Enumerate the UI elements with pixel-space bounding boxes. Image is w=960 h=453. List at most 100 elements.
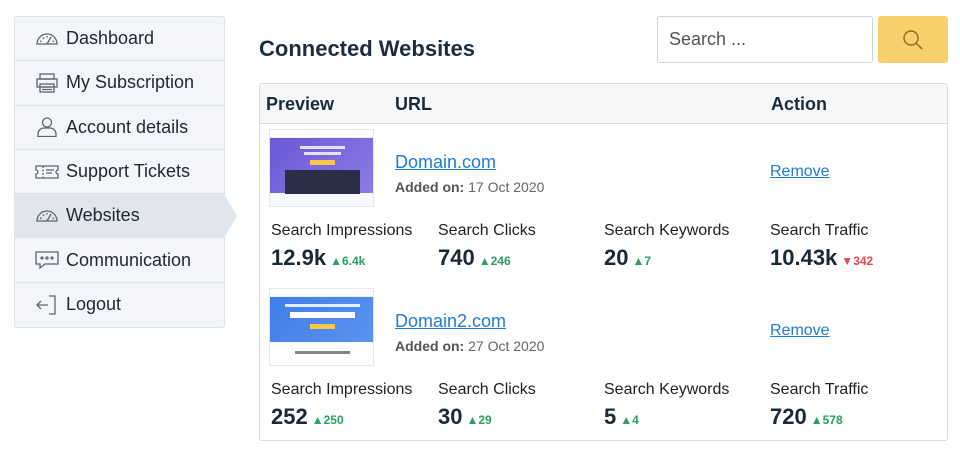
metric-value: 10.43k ▼342 <box>770 245 873 271</box>
sidebar-item-my-subscription[interactable]: My Subscription <box>15 61 224 106</box>
arrow-up-icon: ▲ <box>330 254 342 268</box>
metric-value: 20 ▲7 <box>604 245 729 271</box>
sidebar: Dashboard My Subscription Account detail… <box>14 16 237 329</box>
ticket-icon <box>34 161 60 183</box>
page-title: Connected Websites <box>259 36 475 61</box>
websites-table: Preview URL Action Domain.com Added on: … <box>259 83 948 441</box>
search-button[interactable] <box>878 16 948 63</box>
sidebar-item-label: Logout <box>66 294 122 315</box>
printer-icon <box>34 72 60 94</box>
metric-search-impressions: Search Impressions 12.9k ▲6.4k <box>271 222 412 271</box>
metric-value: 30 ▲29 <box>438 404 536 430</box>
metric-number: 740 <box>438 245 475 270</box>
sidebar-item-label: Support Tickets <box>66 161 191 182</box>
metric-label: Search Keywords <box>604 381 730 398</box>
column-header-preview: Preview <box>266 94 335 114</box>
metric-delta: ▼342 <box>841 254 873 268</box>
sidebar-item-dashboard[interactable]: Dashboard <box>15 17 224 62</box>
user-icon <box>34 116 60 138</box>
column-header-action: Action <box>771 94 827 114</box>
remove-site-button[interactable]: Remove <box>770 322 830 340</box>
metric-value: 740 ▲246 <box>438 245 536 271</box>
site-domain-link[interactable]: Domain.com <box>395 152 496 173</box>
sidebar-item-label: Communication <box>66 249 192 270</box>
metric-number: 30 <box>438 404 463 429</box>
metric-number: 252 <box>271 404 308 429</box>
metric-search-traffic: Search Traffic 720 ▲578 <box>770 381 868 430</box>
metric-number: 10.43k <box>770 245 838 270</box>
metric-search-traffic: Search Traffic 10.43k ▼342 <box>770 222 873 271</box>
sidebar-item-label: My Subscription <box>66 72 195 93</box>
column-header-url: URL <box>395 94 432 114</box>
sidebar-item-label: Dashboard <box>66 28 155 49</box>
metric-delta: ▲4 <box>620 413 639 427</box>
metric-label: Search Traffic <box>770 222 869 239</box>
sidebar-item-label: Account details <box>66 116 189 137</box>
metric-delta: ▲6.4k <box>330 254 365 268</box>
metric-delta-value: 578 <box>822 413 843 427</box>
added-on-label: Added on: <box>395 179 465 195</box>
table-row: Domain.com Added on: 17 Oct 2020 Remove … <box>260 127 947 277</box>
metric-delta-value: 342 <box>853 254 874 268</box>
metric-label: Search Impressions <box>271 222 413 239</box>
metric-search-clicks: Search Clicks 740 ▲246 <box>438 222 536 271</box>
metric-delta-value: 29 <box>478 413 492 427</box>
table-header: Preview URL Action <box>260 84 947 124</box>
added-on-value: 27 Oct 2020 <box>468 338 545 354</box>
metric-number: 20 <box>604 245 629 270</box>
metric-search-clicks: Search Clicks 30 ▲29 <box>438 381 536 430</box>
sidebar-item-logout[interactable]: Logout <box>15 283 224 327</box>
site-added-date: Added on: 17 Oct 2020 <box>395 179 544 195</box>
search-icon <box>902 29 924 51</box>
sidebar-item-communication[interactable]: Communication <box>15 238 224 283</box>
logout-icon <box>34 294 60 316</box>
sidebar-item-account-details[interactable]: Account details <box>15 106 224 150</box>
metric-search-impressions: Search Impressions 252 ▲250 <box>271 381 412 430</box>
site-preview-thumbnail[interactable] <box>269 129 374 207</box>
metric-delta-value: 7 <box>644 254 652 268</box>
arrow-up-icon: ▲ <box>620 413 633 427</box>
metric-delta: ▲246 <box>479 254 511 268</box>
arrow-up-icon: ▲ <box>478 254 491 268</box>
metric-number: 12.9k <box>271 245 327 270</box>
sidebar-item-support-tickets[interactable]: Support Tickets <box>15 150 224 195</box>
search-input[interactable] <box>657 16 873 63</box>
added-on-value: 17 Oct 2020 <box>468 179 545 195</box>
arrow-up-icon: ▲ <box>466 413 479 427</box>
arrow-up-icon: ▲ <box>311 413 324 427</box>
metric-delta-value: 246 <box>490 254 511 268</box>
site-preview-thumbnail[interactable] <box>269 288 374 366</box>
metric-search-keywords: Search Keywords 5 ▲4 <box>604 381 729 430</box>
metric-delta-value: 250 <box>323 413 344 427</box>
metric-number: 5 <box>604 404 617 429</box>
gauge-icon <box>34 205 60 227</box>
remove-site-button[interactable]: Remove <box>770 163 830 181</box>
metric-label: Search Impressions <box>271 381 413 398</box>
metric-value: 720 ▲578 <box>770 404 868 430</box>
site-added-date: Added on: 27 Oct 2020 <box>395 338 544 354</box>
metric-value: 12.9k ▲6.4k <box>271 245 412 271</box>
sidebar-item-label: Websites <box>66 205 140 226</box>
chat-icon <box>34 249 60 271</box>
arrow-up-icon: ▲ <box>810 413 823 427</box>
site-domain-link[interactable]: Domain2.com <box>395 311 506 332</box>
metric-delta: ▲578 <box>811 413 843 427</box>
sidebar-item-websites[interactable]: Websites <box>15 194 237 239</box>
metric-label: Search Traffic <box>770 381 869 398</box>
metric-number: 720 <box>770 404 807 429</box>
metric-value: 5 ▲4 <box>604 404 729 430</box>
gauge-icon <box>34 28 60 50</box>
metric-delta: ▲29 <box>466 413 491 427</box>
metric-label: Search Clicks <box>438 222 536 239</box>
metric-delta: ▲250 <box>312 413 344 427</box>
metric-label: Search Clicks <box>438 381 536 398</box>
metric-delta: ▲7 <box>632 254 651 268</box>
arrow-down-icon: ▼ <box>841 254 854 268</box>
metric-label: Search Keywords <box>604 222 730 239</box>
arrow-up-icon: ▲ <box>632 254 645 268</box>
metric-delta-value: 6.4k <box>341 254 366 268</box>
table-row: Domain2.com Added on: 27 Oct 2020 Remove… <box>260 286 947 436</box>
metric-search-keywords: Search Keywords 20 ▲7 <box>604 222 729 271</box>
metric-delta-value: 4 <box>632 413 639 427</box>
metric-value: 252 ▲250 <box>271 404 412 430</box>
